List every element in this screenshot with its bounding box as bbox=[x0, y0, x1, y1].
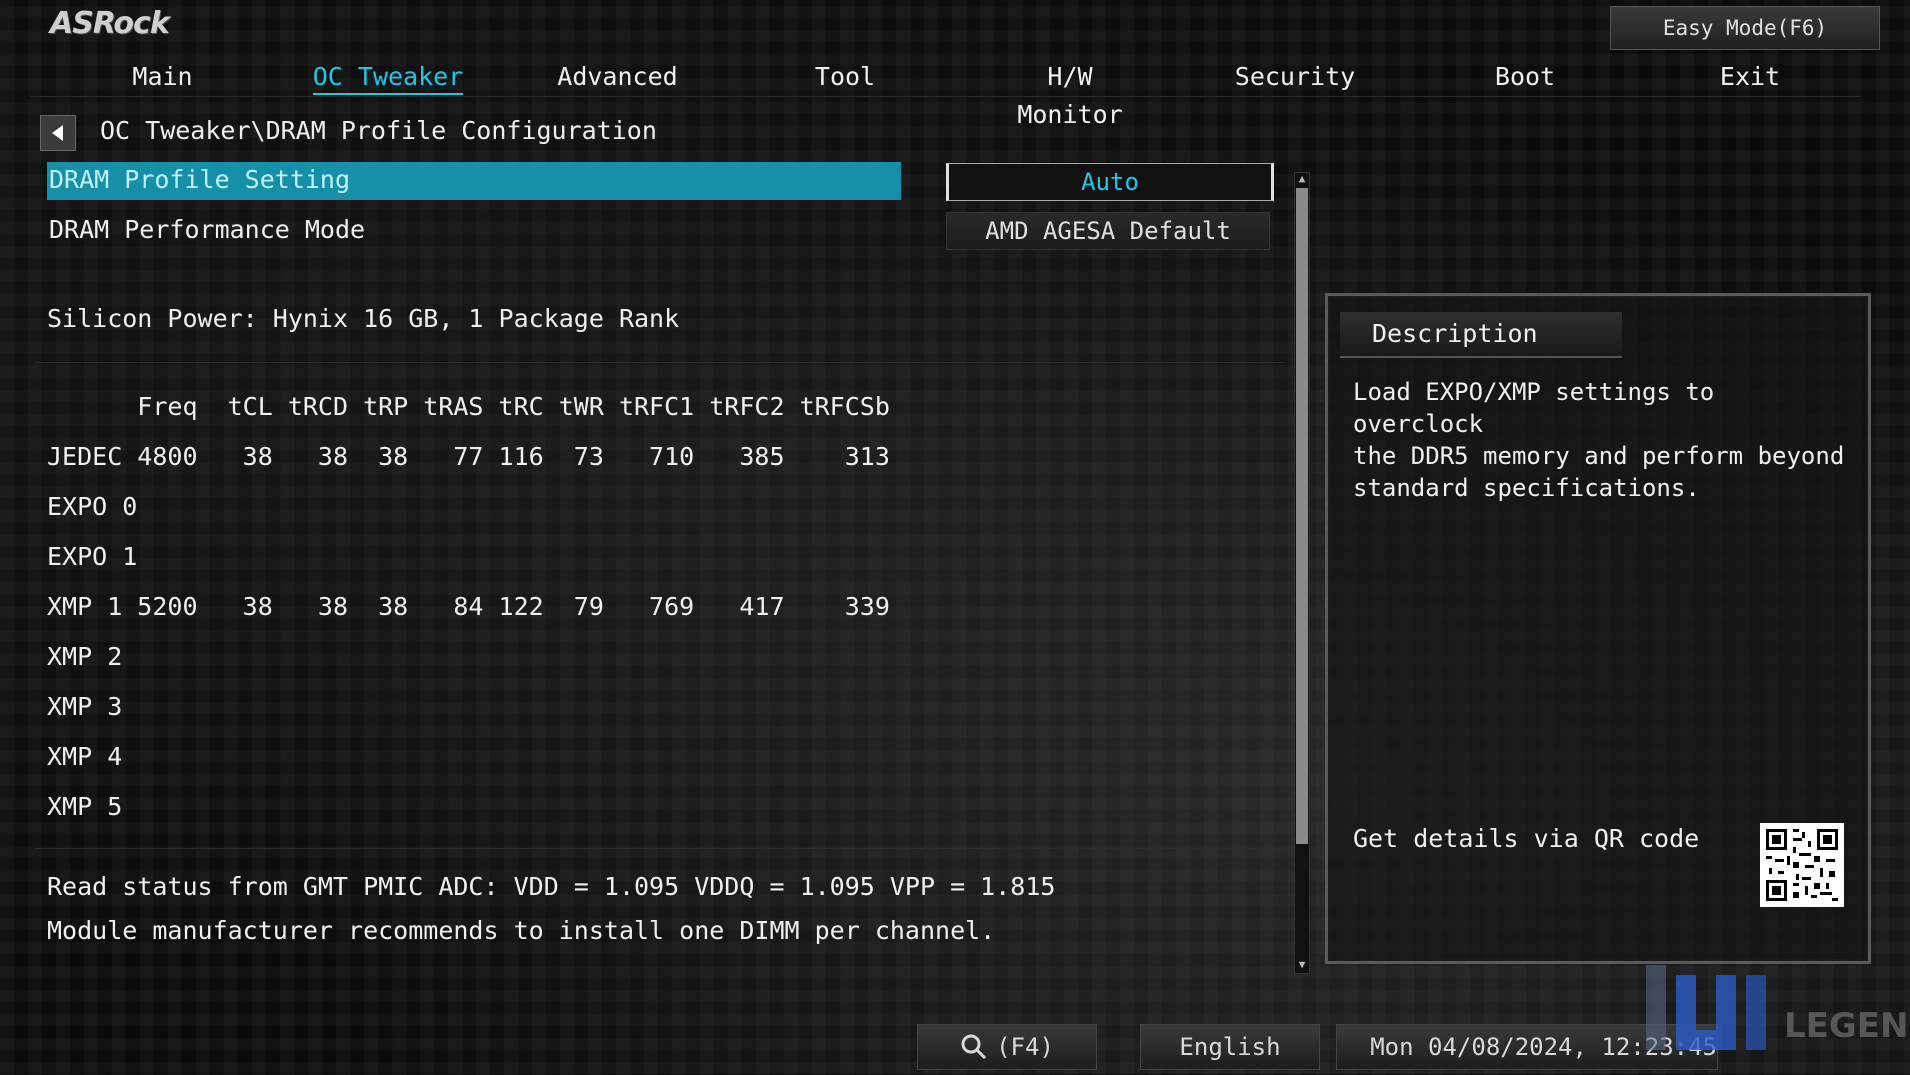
language-button[interactable]: English bbox=[1140, 1024, 1320, 1070]
timing-row-xmp2: XMP 2 bbox=[47, 642, 123, 671]
watermark-logo: LEGEND bbox=[1636, 955, 1910, 1055]
tab-oc-tweaker[interactable]: OC Tweaker bbox=[308, 58, 468, 96]
tab-exit[interactable]: Exit bbox=[1710, 58, 1790, 96]
dram-profile-setting-label[interactable]: DRAM Profile Setting bbox=[49, 165, 350, 194]
dimm-recommendation: Module manufacturer recommends to instal… bbox=[47, 916, 996, 945]
timing-row-xmp3: XMP 3 bbox=[47, 692, 123, 721]
search-shortcut-label: (F4) bbox=[996, 1033, 1054, 1061]
back-button[interactable] bbox=[40, 115, 76, 151]
qr-code bbox=[1760, 823, 1844, 907]
tab-label: Main bbox=[132, 62, 193, 91]
search-icon bbox=[961, 1034, 987, 1060]
tab-label: Exit bbox=[1719, 62, 1781, 91]
qr-code-icon bbox=[1763, 826, 1841, 904]
watermark-text: LEGEND bbox=[1784, 1006, 1906, 1046]
tab-advanced[interactable]: Advanced bbox=[550, 58, 685, 96]
description-text: Load EXPO/XMP settings to overclock the … bbox=[1353, 378, 1845, 502]
scrollbar-thumb[interactable] bbox=[1296, 188, 1308, 844]
scroll-up-icon[interactable]: ▲ bbox=[1294, 172, 1310, 186]
timings-header: Freq tCL tRCD tRP tRAS tRC tWR tRFC1 tRF… bbox=[47, 392, 890, 421]
scroll-down-icon[interactable]: ▼ bbox=[1294, 958, 1310, 972]
qr-code-label: Get details via QR code bbox=[1353, 824, 1700, 853]
tab-label: Security bbox=[1234, 62, 1356, 91]
timing-row-xmp5: XMP 5 bbox=[47, 792, 123, 821]
dram-profile-setting-value[interactable]: Auto bbox=[946, 163, 1274, 201]
easy-mode-button[interactable]: Easy Mode(F6) bbox=[1610, 6, 1880, 50]
timing-row-jedec: JEDEC 4800 38 38 38 77 116 73 710 385 31… bbox=[47, 442, 890, 471]
pmic-status: Read status from GMT PMIC ADC: VDD = 1.0… bbox=[47, 872, 1056, 901]
tab-boot[interactable]: Boot bbox=[1480, 58, 1570, 96]
module-info: Silicon Power: Hynix 16 GB, 1 Package Ra… bbox=[47, 304, 680, 333]
breadcrumb: OC Tweaker\DRAM Profile Configuration bbox=[100, 116, 657, 145]
arrow-left-icon bbox=[52, 125, 63, 141]
tab-label: Advanced bbox=[557, 62, 678, 91]
search-button[interactable]: (F4) bbox=[917, 1024, 1097, 1070]
timing-row-expo1: EXPO 1 bbox=[47, 542, 138, 571]
asrock-logo: ASRock bbox=[50, 6, 170, 41]
tab-security[interactable]: Security bbox=[1230, 58, 1360, 96]
tab-label: Boot bbox=[1494, 62, 1556, 91]
tabs-divider bbox=[30, 96, 1860, 97]
tab-label: OC Tweaker bbox=[312, 62, 464, 95]
divider bbox=[35, 848, 1285, 849]
tab-tool[interactable]: Tool bbox=[800, 58, 890, 96]
tab-main[interactable]: Main bbox=[110, 58, 215, 96]
timing-row-xmp4: XMP 4 bbox=[47, 742, 123, 771]
tab-hw-monitor[interactable]: H/W Monitor bbox=[990, 58, 1150, 129]
timing-row-xmp1: XMP 1 5200 38 38 38 84 122 79 769 417 33… bbox=[47, 592, 890, 621]
dram-performance-mode-value[interactable]: AMD AGESA Default bbox=[946, 212, 1270, 250]
description-title: Description bbox=[1340, 312, 1622, 358]
tab-label: Tool bbox=[814, 62, 876, 91]
divider bbox=[35, 362, 1285, 363]
timing-row-expo0: EXPO 0 bbox=[47, 492, 138, 521]
dram-performance-mode-label[interactable]: DRAM Performance Mode bbox=[49, 215, 365, 244]
